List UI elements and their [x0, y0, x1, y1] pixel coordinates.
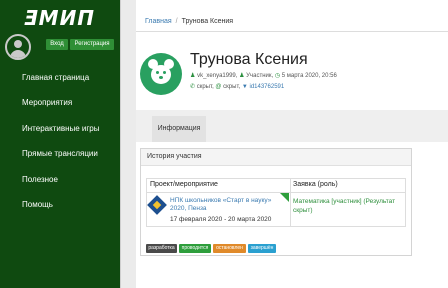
column-header-event: Проект/мероприятие — [150, 181, 218, 188]
clock-icon: ◷ — [274, 73, 281, 79]
sidebar-item-streams[interactable]: Прямые трансляции — [22, 149, 98, 158]
profile-meta-line-1: ♟ vk_xenya1999, ♟ Участник, ◷ 5 марта 20… — [190, 73, 337, 79]
breadcrumb-home-link[interactable]: Главная — [145, 18, 172, 25]
breadcrumb-current: Трунова Ксения — [181, 18, 234, 25]
corner-flag-icon — [280, 193, 289, 202]
profile-email: скрыт — [223, 84, 239, 90]
profile-role: Участник — [246, 73, 272, 79]
role-icon: ♟ — [239, 73, 245, 79]
event-title-link[interactable]: НПК школьников «Старт в науку» 2020, Пен… — [170, 197, 278, 213]
login-button[interactable]: Вход — [46, 39, 68, 50]
sidebar-item-home[interactable]: Главная страница — [22, 73, 89, 82]
sidebar-item-games[interactable]: Интерактивные игры — [22, 124, 100, 133]
table-column-divider — [290, 178, 291, 227]
user-icon: ♟ — [190, 73, 196, 79]
profile-meta-line-2: ✆ скрыт, @ скрыт, ▼ id143762591 — [190, 84, 285, 90]
sidebar-divider — [120, 0, 121, 288]
profile-date: 5 марта 2020, 20:56 — [281, 73, 337, 79]
sidebar-item-useful[interactable]: Полезное — [22, 175, 58, 184]
legend-tag-stopped: остановлен — [213, 244, 246, 253]
legend-tag-development: разработка — [146, 244, 177, 253]
register-button[interactable]: Регистрация — [70, 39, 114, 50]
email-icon: @ — [215, 84, 222, 90]
history-panel-header: История участия — [141, 149, 411, 166]
profile-login: vk_xenya1999 — [197, 73, 236, 79]
tab-information[interactable]: Информация — [152, 116, 206, 142]
profile-phone: скрыт — [196, 84, 213, 90]
breadcrumb: Главная / Трунова Ксения — [145, 18, 234, 25]
breadcrumb-divider — [136, 31, 448, 32]
event-dates: 17 февраля 2020 - 20 марта 2020 — [170, 216, 272, 223]
bear-avatar-icon — [140, 53, 182, 95]
table-header-divider — [146, 192, 406, 193]
sidebar-item-events[interactable]: Мероприятия — [22, 98, 72, 107]
legend-tag-ongoing: проводится — [179, 244, 211, 253]
site-logo[interactable]: ƎМИП — [24, 6, 95, 30]
phone-icon: ✆ — [190, 84, 196, 90]
user-avatar-icon[interactable] — [5, 34, 31, 60]
sidebar-item-help[interactable]: Помощь — [22, 200, 53, 209]
vk-icon: ▼ — [241, 84, 248, 90]
profile-vk-link[interactable]: id143762591 — [250, 84, 285, 90]
column-header-request: Заявка (роль) — [293, 181, 338, 188]
sidebar: ƎМИП Вход Регистрация Главная страница М… — [0, 0, 120, 288]
request-role: Математика [участник] (Результат скрыт) — [293, 198, 396, 214]
profile-name: Трунова Ксения — [190, 51, 308, 68]
legend-tag-finished: завершён — [248, 244, 276, 253]
